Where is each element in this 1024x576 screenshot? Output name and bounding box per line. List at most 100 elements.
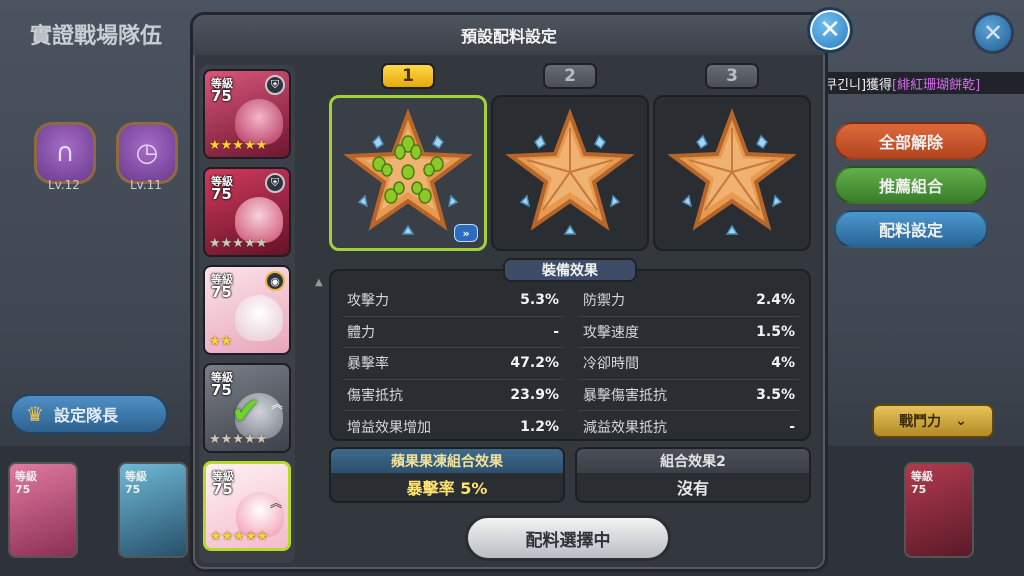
star-topping-tray-icon: [667, 108, 797, 235]
stat-value: 3.5%: [756, 386, 795, 403]
cookie-level: 等級 75: [211, 77, 233, 104]
chevron-down-icon: ⌄: [955, 413, 967, 429]
treasure-level-1: Lv.12: [48, 178, 80, 192]
reward-prefix: [쿠긴니]獲得: [820, 77, 893, 93]
star-topping-tray-icon: [505, 108, 635, 235]
cookie-portrait: [235, 295, 283, 341]
check-icon: ✔: [231, 391, 262, 432]
stat-label: 暴擊率: [347, 356, 389, 373]
roster-card[interactable]: 等級 75: [118, 462, 188, 558]
roster-card[interactable]: 等級 75: [904, 462, 974, 558]
stat-label: 防禦力: [583, 293, 625, 310]
stat-label: 攻擊速度: [583, 324, 639, 341]
set-effect-1-title: 蘋果果凍組合效果: [331, 449, 563, 473]
close-icon: ✕: [819, 15, 841, 45]
scroll-up-icon[interactable]: ▲: [315, 277, 323, 288]
slot-tab-1[interactable]: 1: [381, 63, 435, 89]
horseshoe-icon: ∩: [55, 138, 75, 168]
cookie-level: 等級 75: [211, 273, 233, 300]
roster-card-level: 等級 75: [15, 470, 37, 496]
set-leader-label: 設定隊長: [53, 406, 118, 425]
stats-grid: 攻擊力 5.3% 防禦力 2.4% 體力 - 攻擊速度 1.5% 暴擊率 47.2% 冷卻…: [343, 285, 799, 443]
stat-row: 攻擊力 5.3%: [343, 285, 563, 317]
expand-arrow-button[interactable]: »: [454, 224, 478, 242]
stat-label: 增益效果增加: [347, 419, 431, 436]
topping-slot-1[interactable]: »: [329, 95, 487, 251]
recommend-button[interactable]: 推薦組合: [834, 166, 988, 204]
stat-label: 冷卻時間: [583, 356, 639, 373]
treasure-badge-2[interactable]: ◷: [116, 122, 178, 184]
cookie-level: 等級 75: [211, 175, 233, 202]
reward-banner: [쿠긴니]獲得 [緋紅珊瑚餅乾]: [812, 72, 1024, 94]
equip-effects-panel: 攻擊力 5.3% 防禦力 2.4% 體力 - 攻擊速度 1.5% 暴擊率 47.2% 冷卻…: [329, 269, 811, 441]
stat-label: 傷害抵抗: [347, 387, 403, 404]
cookie-card-3[interactable]: 等級 75 ◉ ★★: [203, 265, 291, 355]
stat-value: 47.2%: [510, 355, 559, 372]
power-sort-label: 戰鬥力: [899, 414, 942, 430]
stat-row: 體力 -: [343, 317, 563, 348]
stat-value: 1.2%: [520, 418, 559, 435]
close-icon: ✕: [982, 19, 1004, 47]
cookie-list: 等級 75 ⛨ ★★★★★ 等級 75 ⛨ ★★★★★ 等級 75 ◉ ★★ 等級 75…: [199, 65, 295, 563]
shield-icon: ⛨: [265, 173, 285, 193]
reward-item: [緋紅珊瑚餅乾]: [892, 77, 981, 93]
set-effect-2: 組合效果2 沒有: [575, 447, 811, 503]
shield-icon: ⛨: [265, 75, 285, 95]
topping-selecting-button[interactable]: 配料選擇中: [465, 515, 671, 561]
treasure-level-2: Lv.11: [130, 178, 162, 192]
level-value: 75: [211, 185, 232, 203]
chevron-up-icon: ︽: [270, 397, 283, 411]
treasure-badge-1[interactable]: ∩: [34, 122, 96, 184]
stat-label: 攻擊力: [347, 293, 389, 310]
roster-card-level: 等級 75: [125, 470, 147, 496]
topping-preset-modal: 預設配料設定 ✕ 等級 75 ⛨ ★★★★★ 等級 75 ⛨ ★★★★★ 等級 75 …: [190, 7, 853, 572]
cookie-card-4[interactable]: 等級 75 ✔ ︽ ★★★★★: [203, 363, 291, 453]
stat-value: 1.5%: [756, 323, 795, 340]
stat-label: 暴擊傷害抵抗: [583, 387, 667, 404]
stat-row: 暴擊傷害抵抗 3.5%: [579, 380, 799, 411]
topping-slot-2[interactable]: [491, 95, 649, 251]
chevron-up-icon: ︽: [269, 496, 282, 510]
slot-tab-3[interactable]: 3: [705, 63, 759, 89]
star-topping-tray-icon: [343, 108, 473, 235]
modal-close-button[interactable]: ✕: [807, 7, 853, 53]
level-label: 等級: [125, 470, 147, 483]
stat-value: 2.4%: [756, 292, 795, 309]
stat-row: 攻擊速度 1.5%: [579, 317, 799, 348]
cookie-card-5[interactable]: 等級 75 ︽ ★★★★★: [203, 461, 291, 551]
power-sort-button[interactable]: 戰鬥力 ⌄: [872, 404, 994, 438]
level-label: 等級: [15, 470, 37, 483]
cookie-level: 等級 75: [212, 470, 234, 497]
unequip-all-button[interactable]: 全部解除: [834, 122, 988, 160]
stat-row: 增益效果增加 1.2%: [343, 411, 563, 443]
cookie-level: 等級 75: [211, 371, 233, 398]
level-value: 75: [211, 283, 232, 301]
stat-value: 23.9%: [510, 386, 559, 403]
stat-label: 減益效果抵抗: [583, 419, 667, 436]
stat-row: 減益效果抵抗 -: [579, 411, 799, 443]
level-value: 75: [211, 381, 232, 399]
stat-value: -: [789, 418, 795, 435]
set-leader-button[interactable]: ♛ 設定隊長: [10, 394, 168, 434]
clock-icon: ◷: [135, 138, 159, 168]
roster-card[interactable]: 等級 75: [8, 462, 78, 558]
modal-title: 預設配料設定: [193, 15, 825, 55]
star-rating: ★★★★★: [210, 529, 269, 544]
level-label: 等級: [911, 470, 933, 483]
stat-value: 5.3%: [520, 292, 559, 309]
stat-label: 體力: [347, 324, 375, 341]
stat-row: 冷卻時間 4%: [579, 348, 799, 380]
level-value: 75: [911, 483, 927, 496]
cookie-card-2[interactable]: 等級 75 ⛨ ★★★★★: [203, 167, 291, 257]
level-value: 75: [15, 483, 31, 496]
stat-row: 傷害抵抗 23.9%: [343, 380, 563, 411]
cookie-card-1[interactable]: 等級 75 ⛨ ★★★★★: [203, 69, 291, 159]
stat-value: -: [553, 323, 559, 340]
crown-icon: ♛: [26, 402, 44, 426]
topping-slot-3[interactable]: [653, 95, 811, 251]
topping-preset-button[interactable]: 配料設定: [834, 210, 988, 248]
star-rating: ★★★★★: [209, 432, 268, 447]
eye-icon: ◉: [265, 271, 285, 291]
slot-tab-2[interactable]: 2: [543, 63, 597, 89]
background-close-button[interactable]: ✕: [972, 12, 1014, 54]
